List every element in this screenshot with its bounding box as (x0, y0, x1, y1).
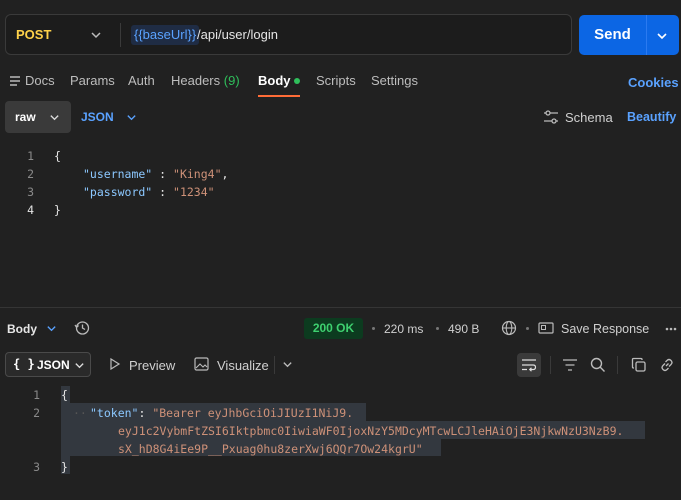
url-divider (120, 23, 121, 47)
code-close-brace: } (61, 460, 68, 474)
response-size[interactable]: 490 B (448, 322, 479, 336)
braces-icon: { } (13, 357, 35, 371)
filter-icon[interactable] (562, 358, 578, 372)
method-select[interactable]: POST (16, 27, 51, 42)
response-time[interactable]: 220 ms (384, 322, 423, 336)
search-icon[interactable] (590, 357, 606, 373)
body-mode-select[interactable]: raw (5, 101, 71, 133)
json-value: "1234" (173, 185, 215, 199)
line-number: 2 (33, 406, 40, 420)
response-format-label: JSON (37, 358, 70, 372)
chevron-down-icon[interactable] (655, 29, 669, 43)
tab-body[interactable]: Body (258, 73, 291, 88)
separator-dot (372, 327, 375, 330)
url-bar: POST {{baseUrl}} /api/user/login (5, 14, 572, 55)
line-number: 3 (33, 460, 40, 474)
tab-headers-label: Headers (171, 73, 221, 88)
schema-button[interactable]: Schema (565, 110, 613, 125)
code-line: "token": "Bearer eyJhbGciOiJIUzI1NiJ9. (90, 406, 353, 420)
json-key: "password" (83, 185, 153, 199)
line-number: 3 (27, 185, 34, 199)
preview-button[interactable]: Preview (129, 358, 175, 373)
body-indicator-dot (294, 78, 300, 84)
tab-headers[interactable]: Headers (9) (171, 73, 240, 88)
json-key: "token" (90, 406, 139, 420)
history-icon[interactable] (74, 320, 90, 336)
separator-dot (436, 327, 439, 330)
body-mode-label: raw (15, 110, 36, 124)
json-value-continued: eyJ1c2VybmFtZSI6Iktpbmc0IiwiaWF0IjoxNzY5… (118, 424, 624, 438)
json-comma: , (221, 167, 229, 181)
json-colon: : (138, 406, 153, 420)
code-open-brace: { (61, 388, 68, 402)
toolbar-divider (274, 356, 275, 374)
chevron-down-icon[interactable] (46, 323, 57, 334)
pane-divider[interactable] (0, 307, 681, 308)
toolbar-divider (617, 356, 618, 374)
wrap-lines-button[interactable] (517, 353, 541, 377)
json-value: "Bearer eyJhbGciOiJIUzI1NiJ9. (152, 406, 354, 420)
globe-icon[interactable] (501, 320, 517, 336)
send-label[interactable]: Send (579, 26, 646, 43)
json-key: "username" (83, 167, 153, 181)
visualize-button[interactable]: Visualize (217, 358, 269, 373)
line-number: 4 (27, 203, 34, 217)
chevron-down-icon[interactable] (282, 359, 293, 370)
schema-icon[interactable] (543, 110, 559, 124)
tab-settings[interactable]: Settings (371, 73, 418, 88)
tab-auth[interactable]: Auth (128, 73, 155, 88)
json-value-continued: sX_hD8G4iEe9P__Pxuag0hu8zerXwj6QQr7Ow24k… (118, 442, 423, 456)
active-tab-underline (258, 95, 300, 97)
chevron-down-icon[interactable] (126, 112, 137, 123)
status-badge[interactable]: 200 OK (304, 318, 363, 339)
more-options-icon[interactable] (664, 322, 678, 336)
body-format-select[interactable]: JSON (81, 110, 114, 124)
chevron-down-icon (50, 115, 59, 121)
tab-scripts[interactable]: Scripts (316, 73, 356, 88)
link-icon[interactable] (659, 357, 675, 373)
json-separator: : (152, 167, 174, 181)
wrap-lines-icon (522, 359, 537, 372)
cookies-link[interactable]: Cookies (628, 75, 679, 90)
play-icon (110, 358, 121, 370)
json-separator: : (152, 185, 174, 199)
save-response-button[interactable]: Save Response (561, 322, 649, 336)
url-input[interactable]: /api/user/login (197, 25, 278, 45)
image-icon (194, 357, 209, 371)
code-line: "username" : "King4", (83, 167, 228, 181)
chevron-down-icon (75, 363, 84, 369)
line-number: 1 (27, 149, 34, 163)
beautify-button[interactable]: Beautify (627, 110, 676, 124)
separator-dot (526, 327, 529, 330)
line-number: 2 (27, 167, 34, 181)
send-divider (646, 15, 647, 55)
response-format-select[interactable]: { } JSON (5, 352, 91, 377)
json-value: "King4" (173, 167, 222, 181)
tab-docs[interactable]: Docs (25, 73, 55, 88)
chevron-down-icon[interactable] (90, 29, 102, 41)
indent-guide: ·· (73, 406, 87, 420)
response-body-tab[interactable]: Body (7, 322, 37, 336)
code-close-brace: } (54, 203, 61, 217)
line-number: 1 (33, 388, 40, 402)
docs-icon (10, 76, 20, 86)
tab-params[interactable]: Params (70, 73, 115, 88)
code-open-brace: { (54, 149, 61, 163)
copy-icon[interactable] (631, 357, 647, 373)
code-line: "password" : "1234" (83, 185, 215, 199)
headers-count-badge: (9) (223, 73, 240, 88)
send-button[interactable]: Send (579, 15, 679, 55)
save-response-icon[interactable] (538, 322, 554, 334)
toolbar-divider (550, 356, 551, 374)
url-variable[interactable]: {{baseUrl}} (131, 25, 200, 45)
